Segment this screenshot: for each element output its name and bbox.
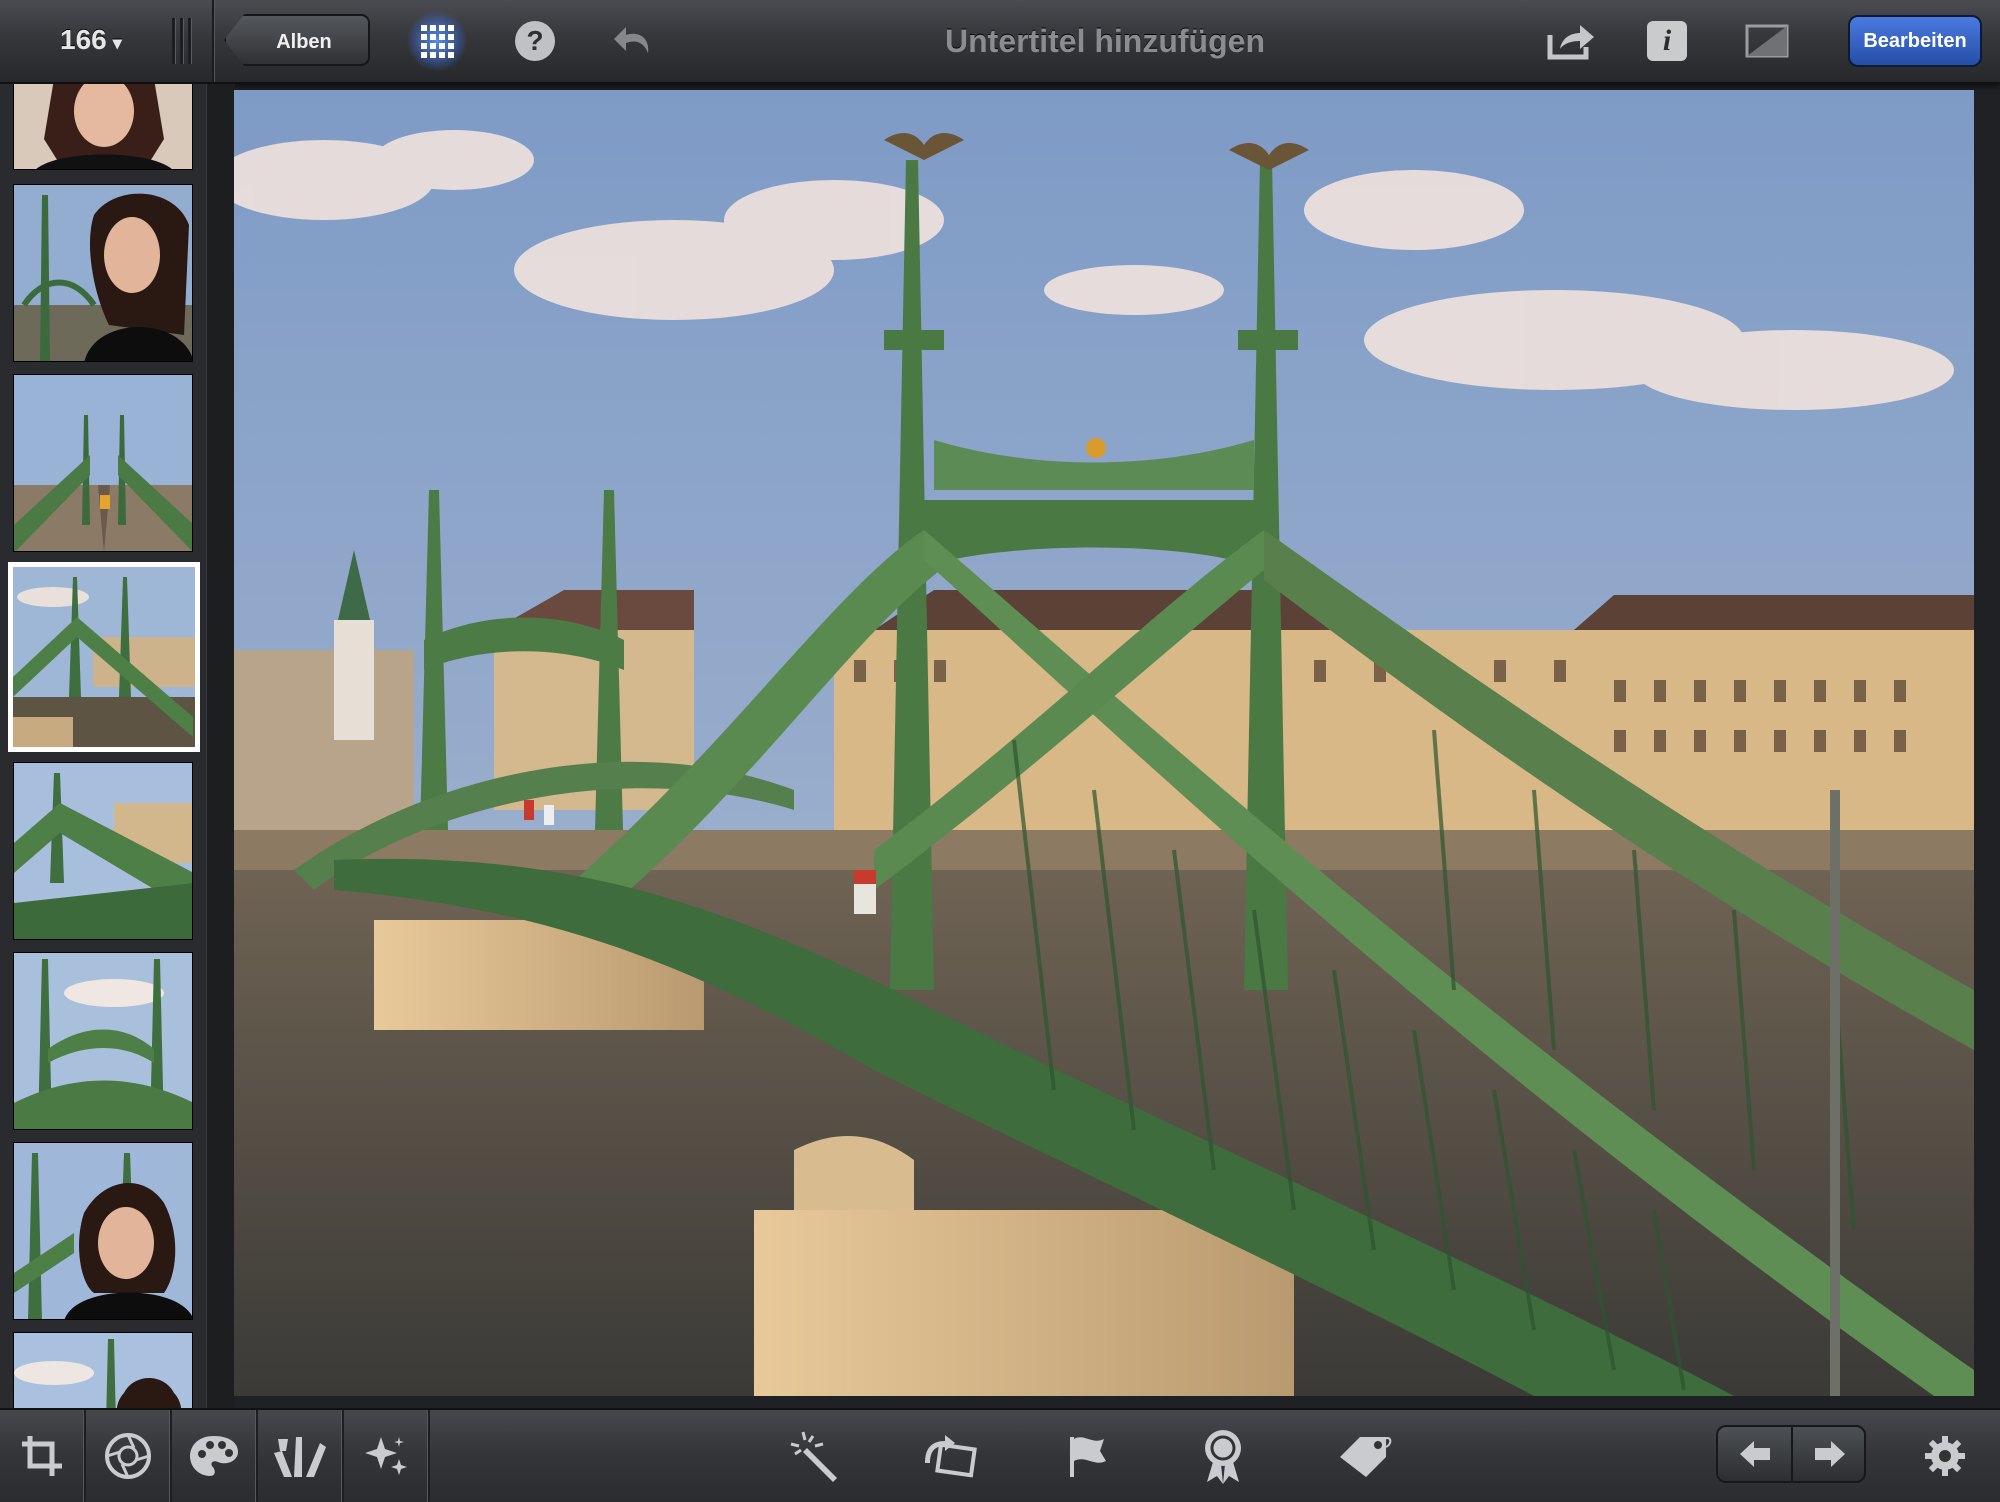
filmstrip-divider	[206, 84, 235, 1408]
thumbnail[interactable]	[13, 184, 193, 362]
brushes-button[interactable]	[258, 1410, 344, 1502]
brushes-icon	[274, 1437, 326, 1477]
photo-navigation	[1716, 1425, 1866, 1483]
chevron-down-icon: ▾	[112, 33, 122, 53]
effects-button[interactable]	[344, 1410, 430, 1502]
info-button[interactable]: i	[1642, 16, 1692, 66]
flag-icon	[1070, 1437, 1106, 1477]
magic-wand-icon	[790, 1431, 837, 1482]
tag-icon	[1340, 1437, 1392, 1477]
crop-button[interactable]	[0, 1410, 86, 1502]
photo-count: 166	[60, 24, 107, 55]
main-photo[interactable]	[234, 90, 1974, 1396]
add-caption-field[interactable]: Untertitel hinzufügen	[760, 18, 1450, 64]
info-icon: i	[1647, 21, 1687, 61]
exposure-button[interactable]	[86, 1410, 172, 1502]
albums-back-button[interactable]: Alben	[224, 14, 370, 66]
gear-icon	[1925, 1436, 1965, 1476]
auto-enhance-button[interactable]	[780, 1410, 850, 1502]
thumbnail[interactable]	[13, 1142, 193, 1320]
favorite-button[interactable]	[1188, 1410, 1258, 1502]
arrow-left-icon	[1739, 1441, 1770, 1467]
arrow-right-icon	[1814, 1441, 1845, 1467]
bridge-photo	[234, 90, 1974, 1396]
crop-icon	[22, 1436, 62, 1476]
compare-icon	[1745, 24, 1789, 58]
bottom-toolbar	[0, 1408, 2000, 1502]
share-button[interactable]	[1546, 16, 1596, 66]
rotate-button[interactable]	[914, 1410, 984, 1502]
palette-icon	[190, 1436, 238, 1476]
top-toolbar: 166 ▾ Alben ? Untertitel hinzufügen i Bea…	[0, 0, 2000, 84]
thumbnail[interactable]	[13, 84, 193, 170]
help-icon: ?	[515, 21, 555, 61]
aperture-icon	[105, 1433, 151, 1479]
grid-icon	[420, 24, 454, 58]
help-button[interactable]: ?	[510, 16, 560, 66]
compare-original-button[interactable]	[1742, 16, 1792, 66]
thumbnail[interactable]	[13, 762, 193, 940]
effects-sparkle-icon	[365, 1437, 407, 1475]
tag-button[interactable]	[1330, 1410, 1400, 1502]
thumbnail[interactable]	[13, 1332, 193, 1408]
previous-photo-button[interactable]	[1718, 1427, 1791, 1481]
thumbnail-selected[interactable]	[8, 562, 200, 752]
thumbnail[interactable]	[13, 952, 193, 1130]
undo-button[interactable]	[608, 16, 658, 66]
favorite-badge-icon	[1205, 1430, 1241, 1484]
rotate-icon	[925, 1435, 977, 1478]
grid-view-button[interactable]	[407, 11, 467, 71]
flag-button[interactable]	[1052, 1410, 1122, 1502]
share-icon	[1547, 25, 1594, 60]
thumbnail[interactable]	[13, 374, 193, 552]
settings-button[interactable]	[1910, 1410, 1980, 1502]
color-button[interactable]	[172, 1410, 258, 1502]
drag-handle-icon[interactable]	[172, 18, 194, 64]
thumbnail-filmstrip[interactable]	[0, 84, 206, 1408]
toolbar-divider	[212, 0, 215, 82]
photo-count-button[interactable]: 166 ▾	[60, 20, 122, 60]
next-photo-button[interactable]	[1793, 1427, 1866, 1481]
edit-button[interactable]: Bearbeiten	[1848, 15, 1982, 67]
undo-icon	[614, 27, 649, 53]
